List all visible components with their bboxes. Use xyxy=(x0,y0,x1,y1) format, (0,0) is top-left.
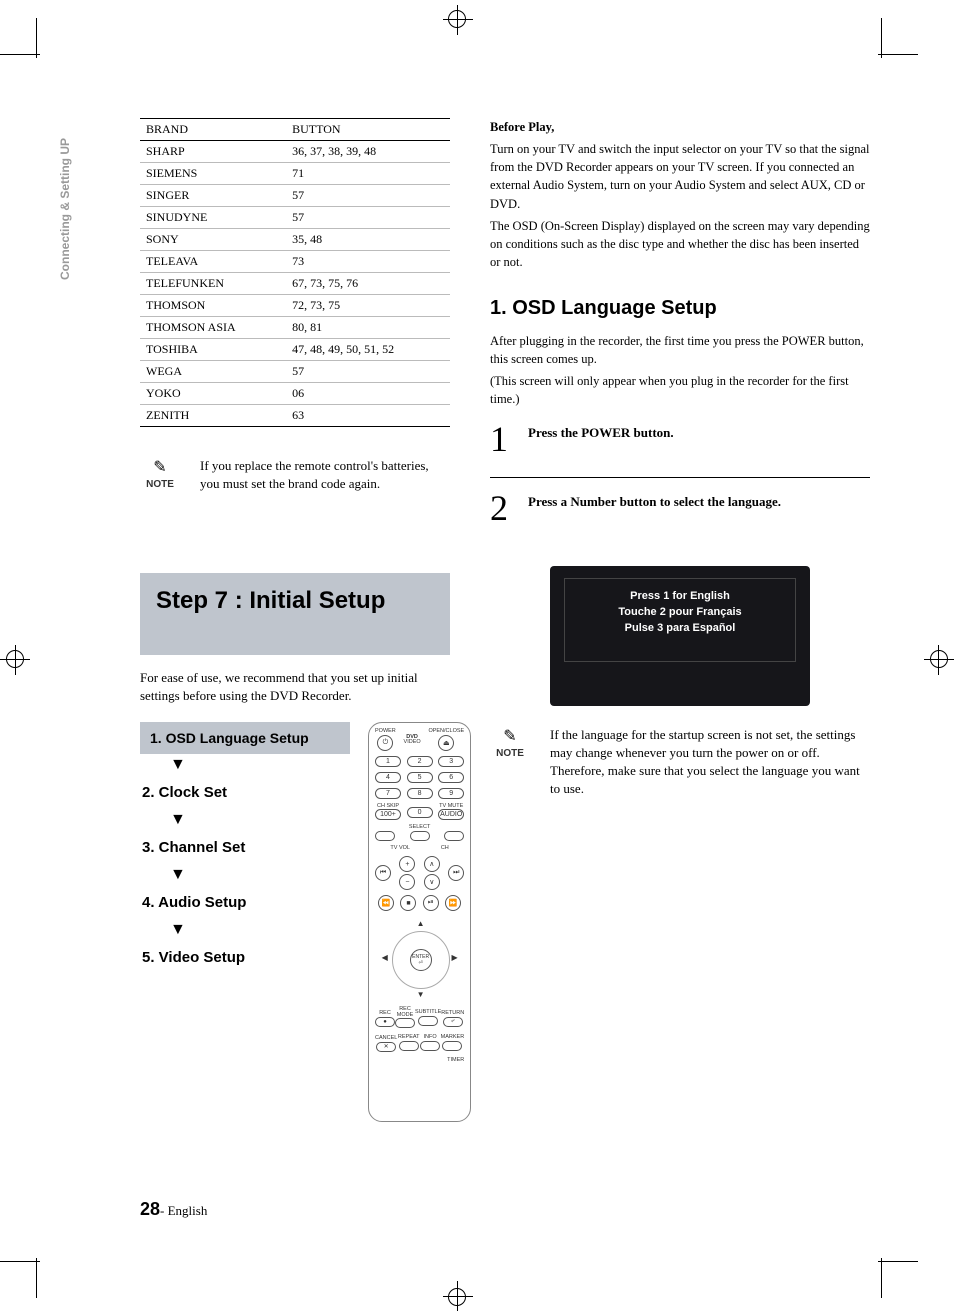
note-label: NOTE xyxy=(490,748,530,759)
table-row: WEGA57 xyxy=(140,361,450,383)
step7-title: Step 7 : Initial Setup xyxy=(156,587,434,615)
note-label: NOTE xyxy=(140,479,180,490)
prev-icon: ⏮ xyxy=(375,865,391,881)
note-language-text: If the language for the startup screen i… xyxy=(550,726,870,799)
forward-icon: ⏩ xyxy=(445,895,461,911)
screen-line-3: Pulse 3 para Español xyxy=(625,622,736,634)
table-row: TELEAVA73 xyxy=(140,251,450,273)
arrow-down-icon: ▼ xyxy=(140,919,350,941)
table-row: SHARP36, 37, 38, 39, 48 xyxy=(140,141,450,163)
flow-step-1: 1. OSD Language Setup xyxy=(140,722,350,754)
osd-body1: After plugging in the recorder, the firs… xyxy=(490,332,870,368)
table-row: TELEFUNKEN67, 73, 75, 76 xyxy=(140,273,450,295)
flow-step-4: 4. Audio Setup xyxy=(140,886,330,919)
before-play-block: Before Play, Turn on your TV and switch … xyxy=(490,118,870,271)
power-button-icon: ⏻ xyxy=(377,735,393,751)
table-row: TOSHIBA47, 48, 49, 50, 51, 52 xyxy=(140,339,450,361)
table-row: YOKO06 xyxy=(140,383,450,405)
side-tab: Connecting & Setting UP xyxy=(58,138,72,280)
next-icon: ⏭ xyxy=(448,865,464,881)
step7-banner: Step 7 : Initial Setup xyxy=(140,573,450,655)
before-play-p2: The OSD (On-Screen Display) displayed on… xyxy=(490,217,870,271)
page-number: 28 xyxy=(140,1199,160,1219)
flow-step-3: 3. Channel Set xyxy=(140,831,330,864)
note-language: ✎ NOTE If the language for the startup s… xyxy=(490,726,870,799)
play-pause-icon: ⏯ xyxy=(423,895,439,911)
eject-icon: ⏏ xyxy=(438,735,454,751)
flow-step-2: 2. Clock Set xyxy=(140,776,330,809)
step-1-number: 1 xyxy=(490,421,516,457)
note-battery: ✎ NOTE If you replace the remote control… xyxy=(140,457,450,493)
pencil-icon: ✎ xyxy=(140,457,180,477)
osd-section-head: 1. OSD Language Setup xyxy=(490,297,870,320)
arrow-down-icon: ▼ xyxy=(140,809,350,831)
table-row: THOMSON72, 73, 75 xyxy=(140,295,450,317)
osd-body2: (This screen will only appear when you p… xyxy=(490,372,870,408)
table-row: SINGER57 xyxy=(140,185,450,207)
arrow-down-icon: ▼ xyxy=(140,754,350,776)
screen-line-1: Press 1 for English xyxy=(630,590,730,602)
before-play-title: Before Play, xyxy=(490,120,554,134)
step7-intro: For ease of use, we recommend that you s… xyxy=(140,669,450,704)
remote-dpad: ▲ ▼ ◀ ▶ ENTER⏎ xyxy=(380,919,460,999)
step-1-text: Press the POWER button. xyxy=(528,421,674,457)
table-header-button: BUTTON xyxy=(286,119,450,141)
step-1: 1 Press the POWER button. xyxy=(490,413,870,478)
step-2: 2 Press a Number button to select the la… xyxy=(490,482,870,546)
screen-line-2: Touche 2 pour Français xyxy=(618,606,741,618)
table-row: SONY35, 48 xyxy=(140,229,450,251)
step-2-text: Press a Number button to select the lang… xyxy=(528,490,781,526)
arrow-down-icon: ▼ xyxy=(140,864,350,886)
page-lang: - English xyxy=(160,1203,207,1218)
page-footer: 28- English xyxy=(140,1199,207,1220)
rec-icon: ● xyxy=(375,1017,395,1027)
table-row: SINUDYNE57 xyxy=(140,207,450,229)
side-tab-text: Connecting & Setting UP xyxy=(58,138,72,280)
table-row: ZENITH63 xyxy=(140,405,450,427)
note-text: If you replace the remote control's batt… xyxy=(200,457,450,493)
rewind-icon: ⏪ xyxy=(378,895,394,911)
table-row: SIEMENS71 xyxy=(140,163,450,185)
tv-screen-sim: Press 1 for English Touche 2 pour França… xyxy=(550,566,810,706)
before-play-p1: Turn on your TV and switch the input sel… xyxy=(490,140,870,213)
stop-icon: ■ xyxy=(400,895,416,911)
table-row: THOMSON ASIA80, 81 xyxy=(140,317,450,339)
table-header-brand: BRAND xyxy=(140,119,286,141)
setup-flow: 1. OSD Language Setup ▼ 2. Clock Set ▼ 3… xyxy=(140,722,350,1122)
brand-code-table: BRAND BUTTON SHARP36, 37, 38, 39, 48SIEM… xyxy=(140,118,450,427)
pencil-icon: ✎ xyxy=(490,726,530,746)
flow-step-5: 5. Video Setup xyxy=(140,941,330,974)
step-2-number: 2 xyxy=(490,490,516,526)
remote-illustration: POWER ⏻ DVD VIDEO OPEN/CLOSE ⏏ 123 xyxy=(368,722,471,1122)
